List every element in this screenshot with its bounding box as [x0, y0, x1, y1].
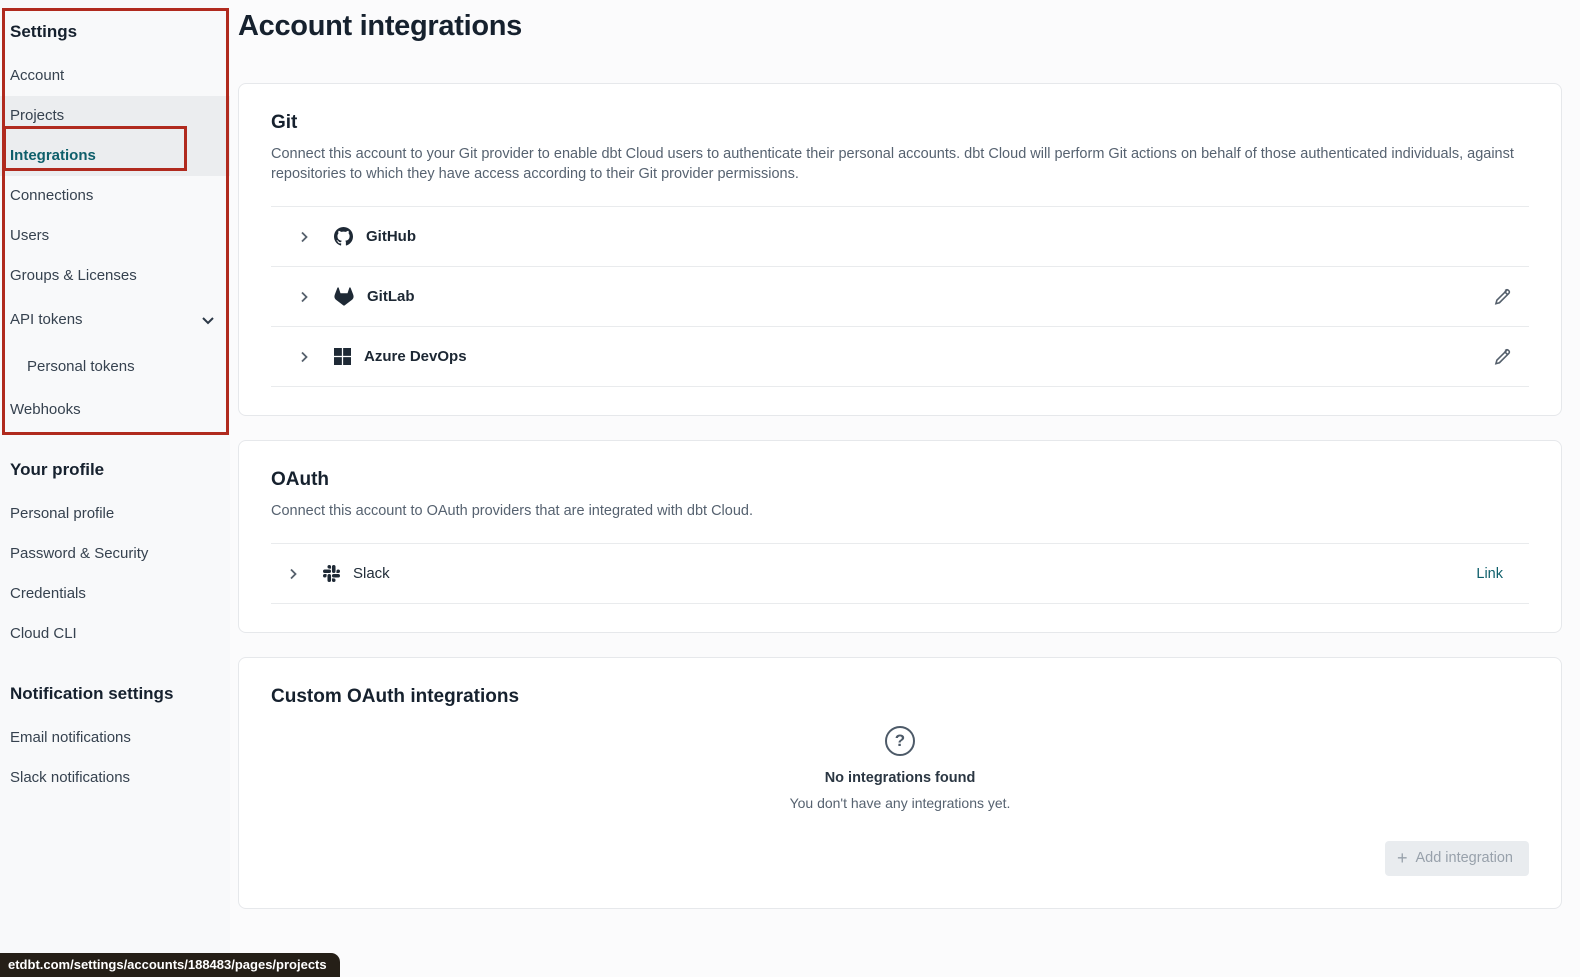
gitlab-icon	[334, 287, 354, 306]
slack-row[interactable]: Slack Link	[271, 544, 1529, 604]
empty-state-subtitle: You don't have any integrations yet.	[790, 795, 1011, 811]
sidebar-item-personal-profile[interactable]: Personal profile	[0, 494, 230, 534]
chevron-right-icon[interactable]	[285, 566, 301, 582]
sidebar-item-cloud-cli[interactable]: Cloud CLI	[0, 614, 230, 654]
sidebar-item-password-security[interactable]: Password & Security	[0, 534, 230, 574]
sidebar-heading-your-profile: Your profile	[0, 452, 230, 494]
sidebar-item-integrations[interactable]: Integrations	[0, 136, 230, 176]
custom-oauth-card-title: Custom OAuth integrations	[271, 686, 1529, 708]
github-row[interactable]: GitHub	[271, 207, 1529, 267]
sidebar-item-connections[interactable]: Connections	[0, 176, 230, 216]
plus-icon: +	[1397, 851, 1408, 865]
sidebar-item-projects[interactable]: Projects	[0, 96, 230, 136]
edit-gitlab-button[interactable]	[1493, 288, 1511, 306]
settings-sidebar: Settings Account Projects Integrations C…	[0, 0, 230, 977]
sidebar-item-account[interactable]: Account	[0, 56, 230, 96]
link-preview-tooltip: etdbt.com/settings/accounts/188483/pages…	[0, 953, 340, 977]
gitlab-row[interactable]: GitLab	[271, 267, 1529, 327]
add-integration-label: Add integration	[1415, 850, 1513, 866]
sidebar-item-users[interactable]: Users	[0, 216, 230, 256]
question-circle-icon: ?	[885, 726, 915, 756]
sidebar-item-api-tokens[interactable]: API tokens	[0, 296, 230, 343]
oauth-card-description: Connect this account to OAuth providers …	[271, 501, 1529, 521]
chevron-down-icon	[200, 312, 216, 328]
oauth-card: OAuth Connect this account to OAuth prov…	[238, 440, 1562, 633]
main-content: Account integrations Git Connect this ac…	[230, 0, 1580, 977]
git-card: Git Connect this account to your Git pro…	[238, 83, 1562, 416]
chevron-right-icon[interactable]	[296, 289, 312, 305]
edit-azure-devops-button[interactable]	[1493, 348, 1511, 366]
slack-link-action[interactable]: Link	[1476, 566, 1503, 582]
sidebar-item-slack-notifications[interactable]: Slack notifications	[0, 758, 230, 798]
sidebar-heading-notification-settings: Notification settings	[0, 676, 230, 718]
git-card-description: Connect this account to your Git provide…	[271, 144, 1529, 184]
slack-icon	[323, 565, 340, 582]
oauth-card-title: OAuth	[271, 469, 1529, 491]
sidebar-heading-settings: Settings	[0, 14, 230, 56]
sidebar-item-label: API tokens	[10, 300, 83, 340]
sidebar-item-credentials[interactable]: Credentials	[0, 574, 230, 614]
sidebar-item-personal-tokens[interactable]: Personal tokens	[0, 343, 230, 390]
sidebar-item-email-notifications[interactable]: Email notifications	[0, 718, 230, 758]
azure-devops-row[interactable]: Azure DevOps	[271, 327, 1529, 387]
azure-devops-icon	[334, 348, 351, 365]
slack-row-label: Slack	[353, 565, 390, 582]
gitlab-row-label: GitLab	[367, 288, 415, 305]
sidebar-item-webhooks[interactable]: Webhooks	[0, 390, 230, 430]
chevron-right-icon[interactable]	[296, 229, 312, 245]
git-card-title: Git	[271, 112, 1529, 134]
add-integration-button[interactable]: + Add integration	[1385, 841, 1529, 876]
sidebar-item-groups-licenses[interactable]: Groups & Licenses	[0, 256, 230, 296]
custom-oauth-card: Custom OAuth integrations ? No integrati…	[238, 657, 1562, 909]
chevron-right-icon[interactable]	[296, 349, 312, 365]
github-icon	[334, 227, 353, 246]
empty-state-title: No integrations found	[825, 770, 976, 786]
azure-devops-row-label: Azure DevOps	[364, 348, 467, 365]
github-row-label: GitHub	[366, 228, 416, 245]
page-title: Account integrations	[238, 10, 1562, 43]
empty-state: ? No integrations found You don't have a…	[271, 726, 1529, 811]
